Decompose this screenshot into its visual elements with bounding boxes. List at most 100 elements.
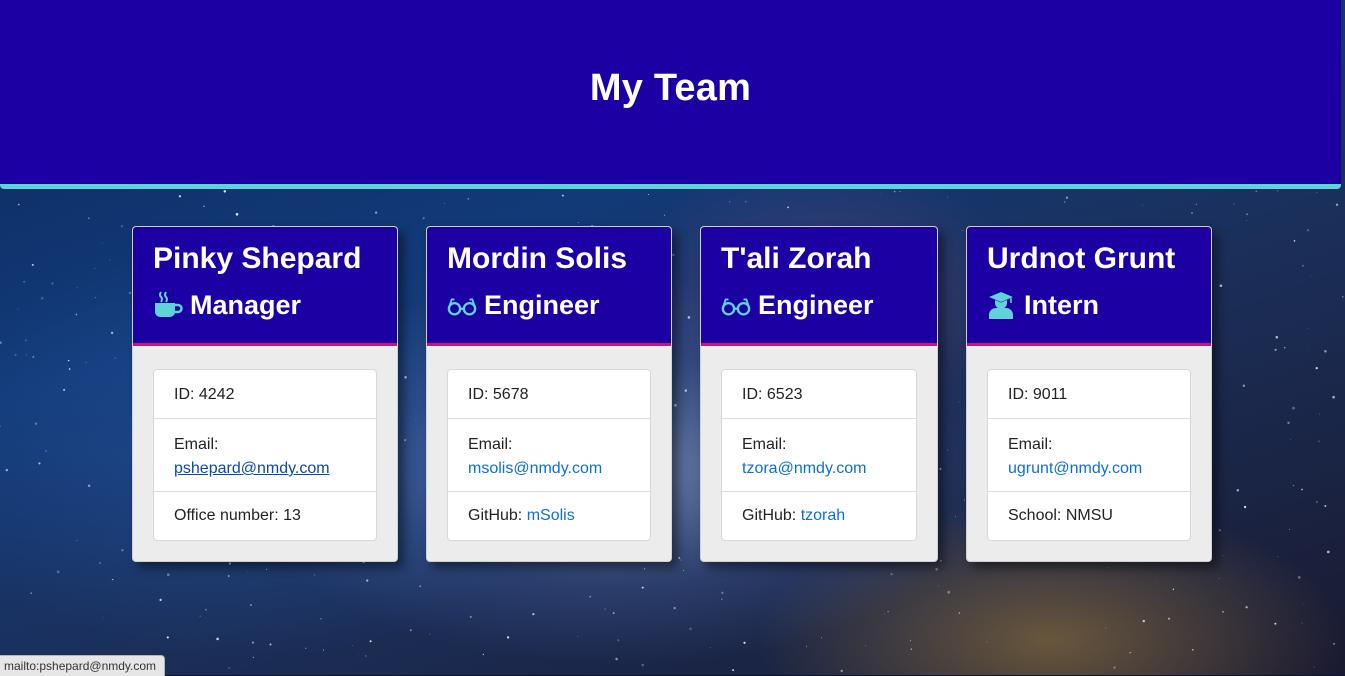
star-dot: [75, 313, 78, 316]
star-dot: [1129, 651, 1131, 654]
star-dot: [1315, 367, 1318, 370]
star-dot: [1292, 484, 1295, 487]
github-row: GitHub: mSolis: [448, 492, 650, 540]
star-dot: [743, 641, 746, 644]
star-dot: [422, 217, 425, 220]
employee-role: Engineer: [447, 287, 651, 323]
glasses-icon: [721, 290, 751, 320]
star-dot: [0, 425, 1, 428]
star-dot: [322, 649, 325, 651]
star-dot: [1105, 627, 1107, 629]
star-dot: [17, 308, 19, 310]
star-dot: [732, 669, 735, 672]
star-dot: [1319, 413, 1320, 415]
star-dot: [51, 282, 54, 285]
star-dot: [1243, 505, 1247, 509]
star-dot: [709, 647, 711, 648]
star-dot: [821, 637, 823, 639]
employee-role: Engineer: [721, 287, 917, 323]
star-dot: [467, 198, 469, 200]
star-dot: [94, 267, 96, 269]
employee-card-manager: Pinky Shepard Manager ID: 4242 Email: ps…: [132, 226, 398, 562]
email-label: Email:: [742, 436, 787, 453]
employee-details-list: ID: 6523 Email: tzora@nmdy.com GitHub: t…: [721, 369, 917, 541]
star-dot: [1326, 550, 1330, 554]
github-link[interactable]: mSolis: [527, 507, 575, 524]
star-dot: [1142, 619, 1145, 623]
star-dot: [840, 669, 843, 673]
email-row: Email: msolis@nmdy.com: [448, 419, 650, 492]
card-header: Pinky Shepard Manager: [133, 227, 397, 346]
glasses-icon: [447, 290, 477, 320]
email-label: Email:: [1008, 436, 1053, 453]
star-dot: [364, 655, 367, 657]
star-dot: [1113, 666, 1116, 669]
star-dot: [1307, 349, 1309, 350]
star-dot: [1310, 275, 1312, 277]
star-dot: [729, 201, 731, 203]
star-dot: [687, 316, 691, 319]
email-row: Email: pshepard@nmdy.com: [154, 419, 376, 492]
star-dot: [32, 355, 35, 358]
star-dot: [680, 559, 682, 561]
star-dot: [615, 657, 618, 661]
star-dot: [203, 205, 205, 208]
star-dot: [63, 388, 66, 391]
star-dot: [663, 214, 666, 216]
star-dot: [721, 591, 724, 595]
email-link[interactable]: tzora@nmdy.com: [742, 460, 866, 477]
star-dot: [98, 561, 101, 565]
star-dot: [1236, 489, 1239, 492]
star-dot: [429, 633, 431, 635]
star-dot: [205, 609, 207, 611]
star-dot: [1107, 566, 1109, 568]
star-dot: [228, 562, 232, 565]
star-dot: [178, 195, 182, 198]
star-dot: [1222, 610, 1224, 613]
star-dot: [899, 190, 901, 192]
star-dot: [947, 590, 951, 594]
star-dot: [674, 404, 677, 407]
star-dot: [684, 389, 687, 392]
github-link[interactable]: tzorah: [801, 507, 845, 524]
star-dot: [532, 613, 535, 616]
star-dot: [683, 569, 684, 571]
star-dot: [1293, 240, 1296, 242]
star-dot: [68, 368, 71, 370]
star-dot: [1335, 203, 1339, 206]
star-dot: [30, 592, 32, 594]
star-dot: [963, 499, 965, 501]
star-dot: [18, 203, 20, 206]
star-dot: [940, 560, 942, 562]
email-link[interactable]: ugrunt@nmdy.com: [1008, 460, 1142, 477]
star-dot: [409, 629, 412, 632]
star-dot: [648, 194, 649, 195]
star-dot: [23, 280, 25, 283]
star-dot: [1274, 348, 1277, 351]
star-dot: [374, 211, 378, 214]
star-dot: [1246, 213, 1249, 216]
star-dot: [199, 615, 201, 617]
star-dot: [1156, 580, 1157, 582]
star-dot: [689, 627, 692, 631]
role-label: Engineer: [758, 290, 874, 320]
star-dot: [1222, 554, 1224, 556]
star-dot: [320, 617, 322, 620]
star-dot: [1233, 203, 1235, 205]
role-label: Manager: [190, 290, 302, 320]
employee-role: Manager: [153, 287, 377, 323]
id-row: ID: 5678: [448, 370, 650, 419]
star-dot: [252, 656, 254, 658]
card-header: Urdnot Grunt Intern: [967, 227, 1211, 346]
star-dot: [1307, 328, 1309, 329]
star-dot: [958, 401, 960, 403]
star-dot: [404, 439, 407, 442]
email-link[interactable]: msolis@nmdy.com: [468, 460, 602, 477]
star-dot: [38, 462, 41, 465]
star-dot: [31, 263, 34, 266]
star-dot: [909, 640, 911, 642]
email-link[interactable]: pshepard@nmdy.com: [174, 460, 330, 477]
star-dot: [227, 575, 230, 577]
star-dot: [76, 286, 78, 288]
star-dot: [269, 643, 272, 646]
